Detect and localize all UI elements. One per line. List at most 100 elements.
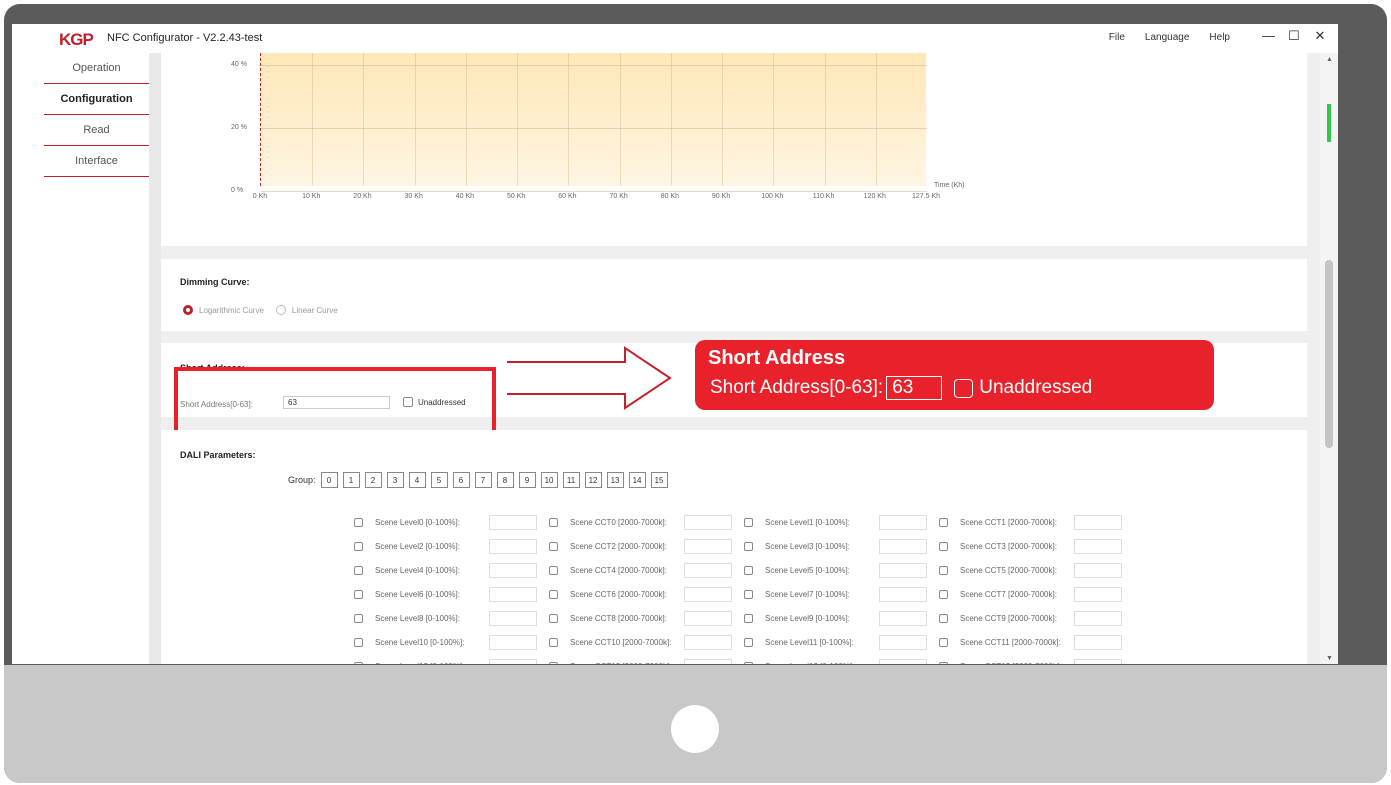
vertical-scrollbar[interactable]: ▲ ▼: [1320, 53, 1338, 664]
scroll-up-icon[interactable]: ▲: [1326, 56, 1333, 63]
scene-input[interactable]: [1074, 586, 1122, 602]
group-checkbox-2[interactable]: 2: [364, 472, 382, 488]
scene-checkbox[interactable]: [939, 565, 948, 575]
scene-label: Scene CCT13 [2000-7000k]:: [960, 662, 1070, 665]
scene-checkbox[interactable]: [744, 613, 753, 623]
scroll-thumb[interactable]: [1325, 260, 1333, 448]
scene-checkbox[interactable]: [549, 565, 558, 575]
scene-checkbox[interactable]: [744, 541, 753, 551]
scene-input[interactable]: [879, 634, 927, 650]
scene-cell: Scene CCT8 [2000-7000k]:: [549, 610, 744, 626]
group-checkbox-1[interactable]: 1: [342, 472, 360, 488]
scene-input[interactable]: [879, 658, 927, 664]
scene-input[interactable]: [1074, 562, 1122, 578]
scene-input[interactable]: [1074, 658, 1122, 664]
scene-input[interactable]: [684, 538, 732, 554]
scene-input[interactable]: [684, 610, 732, 626]
scene-input[interactable]: [684, 634, 732, 650]
scene-input[interactable]: [879, 538, 927, 554]
close-icon[interactable]: ✕: [1314, 28, 1326, 44]
scene-input[interactable]: [684, 562, 732, 578]
scene-cell: Scene CCT2 [2000-7000k]:: [549, 538, 744, 554]
group-checkbox-3[interactable]: 3: [386, 472, 404, 488]
scene-checkbox[interactable]: [744, 637, 753, 647]
scene-checkbox[interactable]: [939, 517, 948, 527]
scene-input[interactable]: [1074, 538, 1122, 554]
sidebar-item-read[interactable]: Read: [44, 115, 149, 146]
group-checkbox-6[interactable]: 6: [452, 472, 470, 488]
group-checkbox-10[interactable]: 10: [540, 472, 558, 488]
group-checkbox-5[interactable]: 5: [430, 472, 448, 488]
grid-line-v: [363, 53, 365, 186]
scene-checkbox[interactable]: [939, 541, 948, 551]
scene-checkbox[interactable]: [744, 565, 753, 575]
scene-checkbox[interactable]: [354, 541, 363, 551]
menu-help[interactable]: Help: [1209, 32, 1230, 43]
scene-checkbox[interactable]: [354, 613, 363, 623]
group-selector: Group: 0 1 2 3 4 5 6 7 8 9 10 11 12 13 14 15: [288, 472, 668, 488]
scene-cell: Scene CCT3 [2000-7000k]:: [939, 538, 1134, 554]
group-checkbox-12[interactable]: 12: [584, 472, 602, 488]
scene-input[interactable]: [684, 658, 732, 664]
group-checkbox-9[interactable]: 9: [518, 472, 536, 488]
menu-file[interactable]: File: [1109, 32, 1125, 43]
group-checkbox-14[interactable]: 14: [628, 472, 646, 488]
sidebar-item-configuration[interactable]: Configuration: [44, 84, 149, 115]
scene-input[interactable]: [489, 658, 537, 664]
scene-input[interactable]: [489, 562, 537, 578]
maximize-icon[interactable]: ☐: [1288, 28, 1300, 44]
scene-checkbox[interactable]: [549, 637, 558, 647]
scene-input[interactable]: [684, 514, 732, 530]
scene-input[interactable]: [879, 562, 927, 578]
group-checkbox-11[interactable]: 11: [562, 472, 580, 488]
group-checkbox-7[interactable]: 7: [474, 472, 492, 488]
scene-input[interactable]: [489, 610, 537, 626]
sidebar-item-operation[interactable]: Operation: [44, 53, 149, 84]
sidebar-item-interface[interactable]: Interface: [44, 146, 149, 177]
grid-line-h: [261, 128, 927, 130]
group-checkbox-4[interactable]: 4: [408, 472, 426, 488]
scene-checkbox[interactable]: [744, 661, 753, 664]
title-bar: KGP NFC Configurator - V2.2.43-test File…: [12, 24, 1338, 53]
radio-linear[interactable]: [275, 305, 286, 315]
scene-checkbox[interactable]: [744, 589, 753, 599]
scene-checkbox[interactable]: [939, 613, 948, 623]
scene-checkbox[interactable]: [549, 613, 558, 623]
scene-checkbox[interactable]: [939, 637, 948, 647]
scene-input[interactable]: [489, 586, 537, 602]
scene-input[interactable]: [489, 538, 537, 554]
scene-checkbox[interactable]: [354, 565, 363, 575]
scene-label: Scene CCT0 [2000-7000k]:: [570, 517, 667, 527]
minimize-icon[interactable]: —: [1262, 28, 1275, 44]
scene-checkbox[interactable]: [549, 589, 558, 599]
scene-input[interactable]: [879, 514, 927, 530]
scene-checkbox[interactable]: [354, 637, 363, 647]
scene-input[interactable]: [879, 586, 927, 602]
radio-logarithmic[interactable]: [183, 305, 193, 315]
group-checkbox-13[interactable]: 13: [606, 472, 624, 488]
scene-input[interactable]: [684, 586, 732, 602]
scene-checkbox[interactable]: [354, 661, 363, 664]
scroll-down-icon[interactable]: ▼: [1326, 655, 1333, 662]
group-checkbox-8[interactable]: 8: [496, 472, 514, 488]
menu-language[interactable]: Language: [1145, 32, 1190, 43]
scene-checkbox[interactable]: [549, 661, 558, 664]
scene-checkbox[interactable]: [549, 517, 558, 527]
scene-input[interactable]: [879, 610, 927, 626]
scene-checkbox[interactable]: [354, 589, 363, 599]
group-label: Group:: [288, 475, 316, 485]
scene-checkbox[interactable]: [939, 661, 948, 664]
scene-input[interactable]: [489, 514, 537, 530]
group-checkbox-15[interactable]: 15: [650, 472, 668, 488]
scene-checkbox[interactable]: [354, 517, 363, 527]
scene-input[interactable]: [1074, 610, 1122, 626]
scene-checkbox[interactable]: [939, 589, 948, 599]
scene-input[interactable]: [1074, 514, 1122, 530]
scene-checkbox[interactable]: [549, 541, 558, 551]
group-checkbox-0[interactable]: 0: [320, 472, 338, 488]
scene-input[interactable]: [1074, 634, 1122, 650]
scene-input[interactable]: [489, 634, 537, 650]
scene-cell: Scene CCT9 [2000-7000k]:: [939, 610, 1134, 626]
scene-checkbox[interactable]: [744, 517, 753, 527]
scene-label: Scene Level6 [0-100%]:: [375, 589, 460, 599]
